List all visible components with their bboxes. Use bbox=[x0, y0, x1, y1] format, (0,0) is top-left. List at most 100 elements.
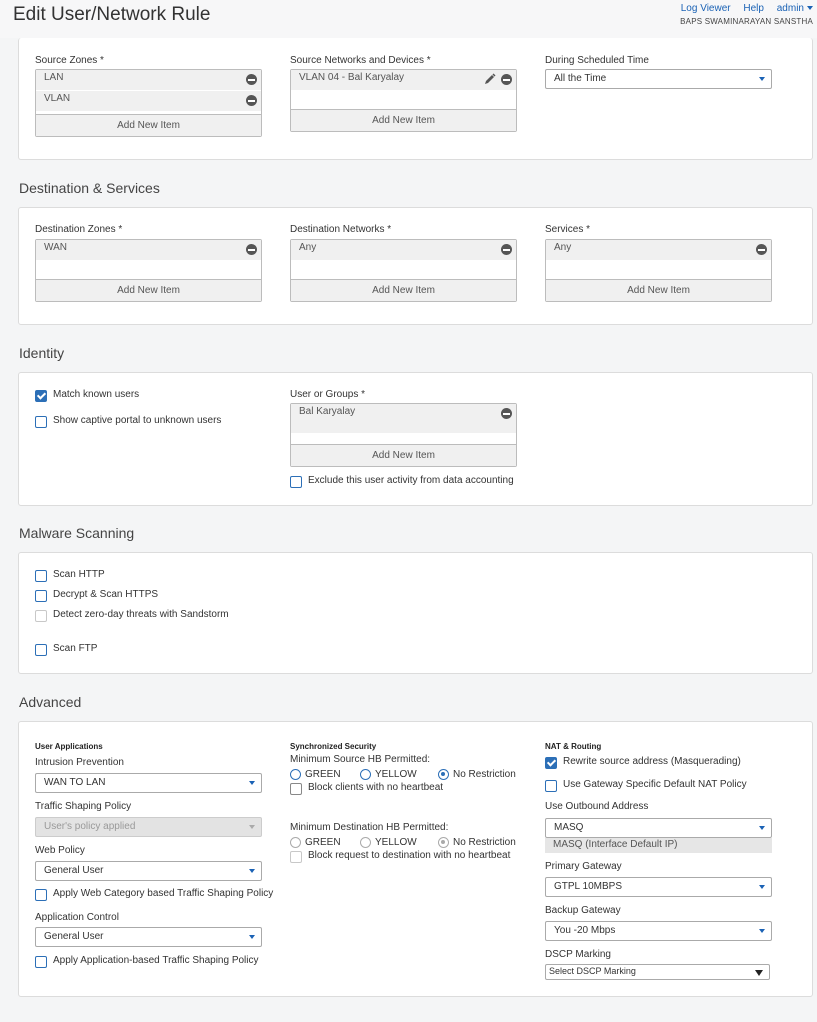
primary-gateway-value: GTPL 10MBPS bbox=[554, 881, 622, 892]
outbound-note: MASQ (Interface Default IP) bbox=[545, 838, 772, 853]
decrypt-https-checkbox[interactable] bbox=[35, 590, 47, 602]
match-known-users-label: Match known users bbox=[53, 389, 140, 400]
web-policy-value: General User bbox=[44, 865, 104, 876]
min-dest-label: Minimum Destination HB Permitted: bbox=[290, 822, 449, 833]
min-source-label: Minimum Source HB Permitted: bbox=[290, 754, 431, 765]
backup-gateway-label: Backup Gateway bbox=[545, 905, 621, 916]
add-source-zone-button[interactable]: Add New Item bbox=[36, 114, 261, 136]
malware-section-title: Malware Scanning bbox=[19, 525, 135, 541]
remove-icon[interactable] bbox=[501, 408, 512, 419]
list-item: LAN bbox=[36, 70, 261, 91]
dscp-label: DSCP Marking bbox=[545, 949, 611, 960]
dest-green-label: GREEN bbox=[305, 837, 341, 848]
exclude-accounting-checkbox[interactable] bbox=[290, 476, 302, 488]
identity-panel: Match known users Show captive portal to… bbox=[18, 372, 813, 506]
dest-yellow-radio[interactable] bbox=[360, 837, 371, 848]
source-zone-name: VLAN bbox=[44, 93, 71, 104]
ips-label: Intrusion Prevention bbox=[35, 757, 124, 768]
source-networks-list: VLAN 04 - Bal Karyalay Add New Item bbox=[290, 69, 517, 132]
malware-panel: Scan HTTP Decrypt & Scan HTTPS Detect ze… bbox=[18, 552, 813, 674]
block-clients-label: Block clients with no heartbeat bbox=[308, 782, 444, 793]
pencil-icon[interactable] bbox=[484, 73, 496, 85]
chevron-down-icon bbox=[249, 869, 255, 873]
primary-gateway-select[interactable]: GTPL 10MBPS bbox=[545, 877, 772, 897]
backup-gateway-value: You -20 Mbps bbox=[554, 925, 616, 936]
destination-zones-list: WAN Add New Item bbox=[35, 239, 262, 302]
org-name: BAPS SWAMINARAYAN SANSTHA bbox=[680, 17, 813, 26]
source-green-radio[interactable] bbox=[290, 769, 301, 780]
outbound-select[interactable]: MASQ bbox=[545, 818, 772, 838]
user-apps-heading: User Applications bbox=[35, 742, 103, 751]
source-network-name: VLAN 04 - Bal Karyalay bbox=[299, 72, 405, 83]
add-destination-zone-button[interactable]: Add New Item bbox=[36, 279, 261, 301]
schedule-value: All the Time bbox=[554, 73, 607, 84]
remove-icon[interactable] bbox=[501, 244, 512, 255]
remove-icon[interactable] bbox=[246, 244, 257, 255]
decrypt-https-label: Decrypt & Scan HTTPS bbox=[53, 589, 159, 600]
dest-no-restriction-radio[interactable] bbox=[438, 837, 449, 848]
admin-menu[interactable]: admin bbox=[777, 3, 813, 14]
web-shaping-checkbox[interactable] bbox=[35, 889, 47, 901]
source-yellow-radio[interactable] bbox=[360, 769, 371, 780]
list-item: Any bbox=[291, 240, 516, 261]
ips-select[interactable]: WAN TO LAN bbox=[35, 773, 262, 793]
group-name: Bal Karyalay bbox=[299, 406, 356, 417]
page-title: Edit User/Network Rule bbox=[13, 4, 211, 25]
schedule-select[interactable]: All the Time bbox=[545, 69, 772, 89]
rewrite-source-label: Rewrite source address (Masquerading) bbox=[563, 756, 741, 767]
sandstorm-label: Detect zero-day threats with Sandstorm bbox=[53, 609, 229, 620]
log-viewer-link[interactable]: Log Viewer bbox=[681, 3, 731, 14]
ips-value: WAN TO LAN bbox=[44, 777, 106, 788]
web-policy-select[interactable]: General User bbox=[35, 861, 262, 881]
destination-networks-list: Any Add New Item bbox=[290, 239, 517, 302]
sandstorm-checkbox[interactable] bbox=[35, 610, 47, 622]
app-control-select[interactable]: General User bbox=[35, 927, 262, 947]
captive-portal-label: Show captive portal to unknown users bbox=[53, 415, 222, 426]
dscp-select[interactable]: Select DSCP Marking bbox=[545, 964, 770, 980]
destination-network-name: Any bbox=[299, 242, 317, 253]
chevron-down-icon bbox=[249, 781, 255, 785]
user-groups-label: User or Groups * bbox=[290, 389, 366, 400]
destination-zones-label: Destination Zones * bbox=[35, 224, 123, 235]
block-dest-checkbox[interactable] bbox=[290, 851, 302, 863]
chevron-down-icon bbox=[807, 6, 813, 11]
user-groups-list: Bal Karyalay Add New Item bbox=[290, 403, 517, 467]
chevron-down-icon bbox=[249, 935, 255, 939]
schedule-label: During Scheduled Time bbox=[545, 55, 649, 66]
source-zones-label: Source Zones * bbox=[35, 55, 104, 66]
captive-portal-checkbox[interactable] bbox=[35, 416, 47, 428]
scan-http-checkbox[interactable] bbox=[35, 570, 47, 582]
scan-ftp-label: Scan FTP bbox=[53, 643, 98, 654]
help-link[interactable]: Help bbox=[743, 3, 764, 14]
backup-gateway-select[interactable]: You -20 Mbps bbox=[545, 921, 772, 941]
remove-icon[interactable] bbox=[246, 74, 257, 85]
scan-ftp-checkbox[interactable] bbox=[35, 644, 47, 656]
chevron-down-icon bbox=[759, 77, 765, 81]
app-shaping-label: Apply Application-based Traffic Shaping … bbox=[53, 955, 259, 966]
gateway-nat-checkbox[interactable] bbox=[545, 780, 557, 792]
dest-green-radio[interactable] bbox=[290, 837, 301, 848]
rewrite-source-checkbox[interactable] bbox=[545, 757, 557, 769]
destination-panel: Destination Zones * WAN Add New Item Des… bbox=[18, 207, 813, 325]
block-clients-checkbox[interactable] bbox=[290, 783, 302, 795]
chevron-down-icon bbox=[249, 825, 255, 829]
match-known-users-checkbox[interactable] bbox=[35, 390, 47, 402]
app-control-label: Application Control bbox=[35, 912, 119, 923]
shaping-label: Traffic Shaping Policy bbox=[35, 801, 132, 812]
app-shaping-checkbox[interactable] bbox=[35, 956, 47, 968]
add-source-network-button[interactable]: Add New Item bbox=[291, 109, 516, 131]
remove-icon[interactable] bbox=[246, 95, 257, 106]
shaping-value: User's policy applied bbox=[44, 821, 136, 832]
remove-icon[interactable] bbox=[501, 74, 512, 85]
add-destination-network-button[interactable]: Add New Item bbox=[291, 279, 516, 301]
advanced-panel: User Applications Intrusion Prevention W… bbox=[18, 721, 813, 997]
source-green-label: GREEN bbox=[305, 769, 341, 780]
remove-icon[interactable] bbox=[756, 244, 767, 255]
scan-http-label: Scan HTTP bbox=[53, 569, 105, 580]
source-no-restriction-radio[interactable] bbox=[438, 769, 449, 780]
add-service-button[interactable]: Add New Item bbox=[546, 279, 771, 301]
source-yellow-label: YELLOW bbox=[375, 769, 417, 780]
top-bar: Edit User/Network Rule Log Viewer Help a… bbox=[0, 0, 817, 38]
add-group-button[interactable]: Add New Item bbox=[291, 444, 516, 466]
destination-zone-name: WAN bbox=[44, 242, 67, 253]
